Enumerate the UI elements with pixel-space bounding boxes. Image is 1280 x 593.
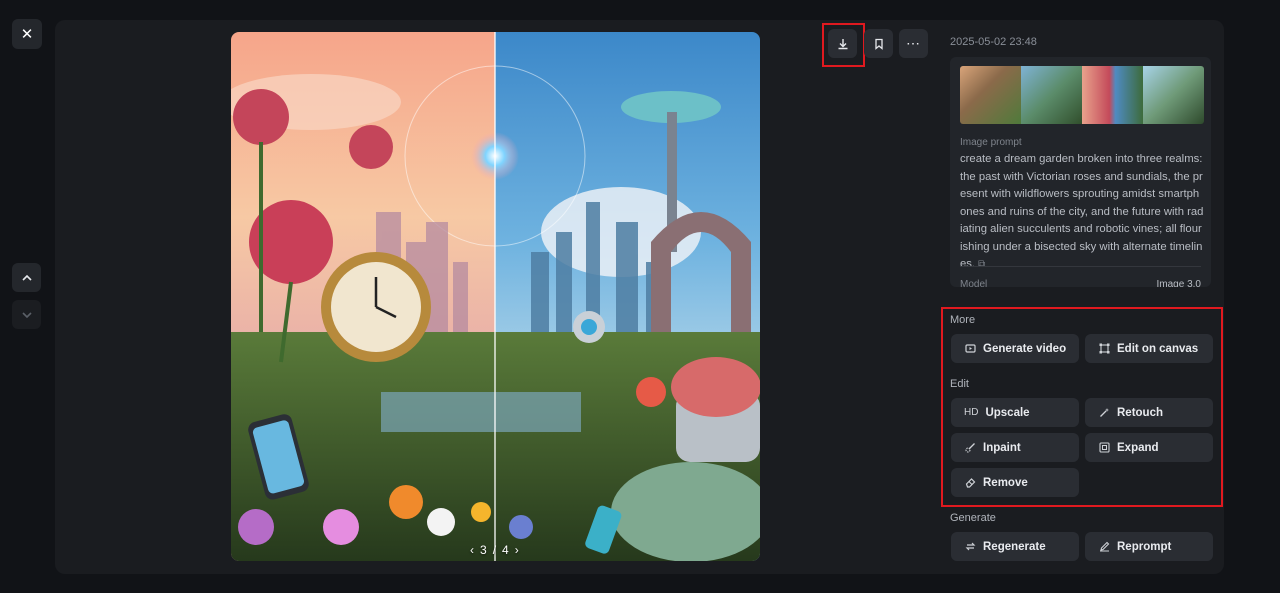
divider — [960, 266, 1201, 267]
regenerate-icon — [964, 541, 976, 553]
prompt-text: create a dream garden broken into three … — [960, 151, 1204, 274]
image-pager: ‹ 3 / 4 › — [470, 543, 519, 557]
more-icon: ⋯ — [906, 35, 921, 51]
edit-on-canvas-label: Edit on canvas — [1117, 342, 1199, 355]
pager-total: 4 — [502, 543, 509, 557]
generate-video-button[interactable]: Generate video — [951, 334, 1079, 363]
previous-variant-arrow[interactable]: ‹ — [470, 543, 474, 557]
next-image-button[interactable] — [12, 300, 41, 329]
regenerate-button[interactable]: Regenerate — [951, 532, 1079, 561]
copy-prompt-icon[interactable]: ⧉ — [978, 259, 985, 270]
brush-icon — [964, 442, 976, 454]
download-button[interactable] — [828, 29, 857, 58]
eraser-icon — [964, 477, 976, 489]
magic-wand-icon — [1098, 407, 1110, 419]
upscale-label: Upscale — [985, 406, 1030, 419]
hd-icon: HD — [964, 407, 979, 418]
reprompt-label: Reprompt — [1117, 540, 1172, 553]
model-value: Image 3.0 — [1156, 279, 1201, 287]
prompt-text-content: create a dream garden broken into three … — [960, 153, 1204, 270]
more-section-label: More — [950, 314, 976, 326]
retouch-button[interactable]: Retouch — [1085, 398, 1213, 427]
expand-label: Expand — [1117, 441, 1159, 454]
pager-separator: / — [492, 543, 497, 557]
thumbnail-2[interactable] — [1021, 66, 1082, 124]
retouch-label: Retouch — [1117, 406, 1163, 419]
expand-icon — [1098, 442, 1110, 454]
generated-image[interactable] — [231, 32, 760, 561]
previous-image-button[interactable] — [12, 263, 41, 292]
timestamp: 2025-05-02 23:48 — [950, 36, 1037, 48]
edit-on-canvas-button[interactable]: Edit on canvas — [1085, 334, 1213, 363]
generate-video-label: Generate video — [983, 342, 1067, 355]
inpaint-button[interactable]: Inpaint — [951, 433, 1079, 462]
regenerate-label: Regenerate — [983, 540, 1046, 553]
canvas-icon — [1098, 343, 1110, 355]
garden-artwork — [231, 32, 760, 561]
reprompt-button[interactable]: Reprompt — [1085, 532, 1213, 561]
thumbnail-strip — [960, 66, 1204, 124]
close-button[interactable]: ✕ — [12, 19, 42, 49]
more-options-button[interactable]: ⋯ — [899, 29, 928, 58]
remove-button[interactable]: Remove — [951, 468, 1079, 497]
bookmark-button[interactable] — [864, 29, 893, 58]
prompt-label: Image prompt — [960, 137, 1022, 148]
prompt-card: Image prompt create a dream garden broke… — [950, 57, 1211, 287]
thumbnail-3[interactable] — [1082, 66, 1143, 124]
chevron-up-icon — [21, 274, 32, 281]
close-icon: ✕ — [20, 26, 34, 43]
bookmark-icon — [874, 38, 883, 50]
chevron-down-icon — [21, 311, 32, 318]
pager-current: 3 — [480, 543, 487, 557]
remove-label: Remove — [983, 476, 1028, 489]
inpaint-label: Inpaint — [983, 441, 1021, 454]
pencil-icon — [1098, 541, 1110, 553]
thumbnail-1[interactable] — [960, 66, 1021, 124]
video-icon — [964, 343, 976, 355]
thumbnail-4[interactable] — [1143, 66, 1204, 124]
upscale-button[interactable]: HD Upscale — [951, 398, 1079, 427]
generate-section-label: Generate — [950, 512, 996, 524]
edit-section-label: Edit — [950, 378, 969, 390]
model-label: Model — [960, 279, 988, 287]
download-icon — [838, 38, 847, 49]
next-variant-arrow[interactable]: › — [515, 543, 519, 557]
expand-button[interactable]: Expand — [1085, 433, 1213, 462]
